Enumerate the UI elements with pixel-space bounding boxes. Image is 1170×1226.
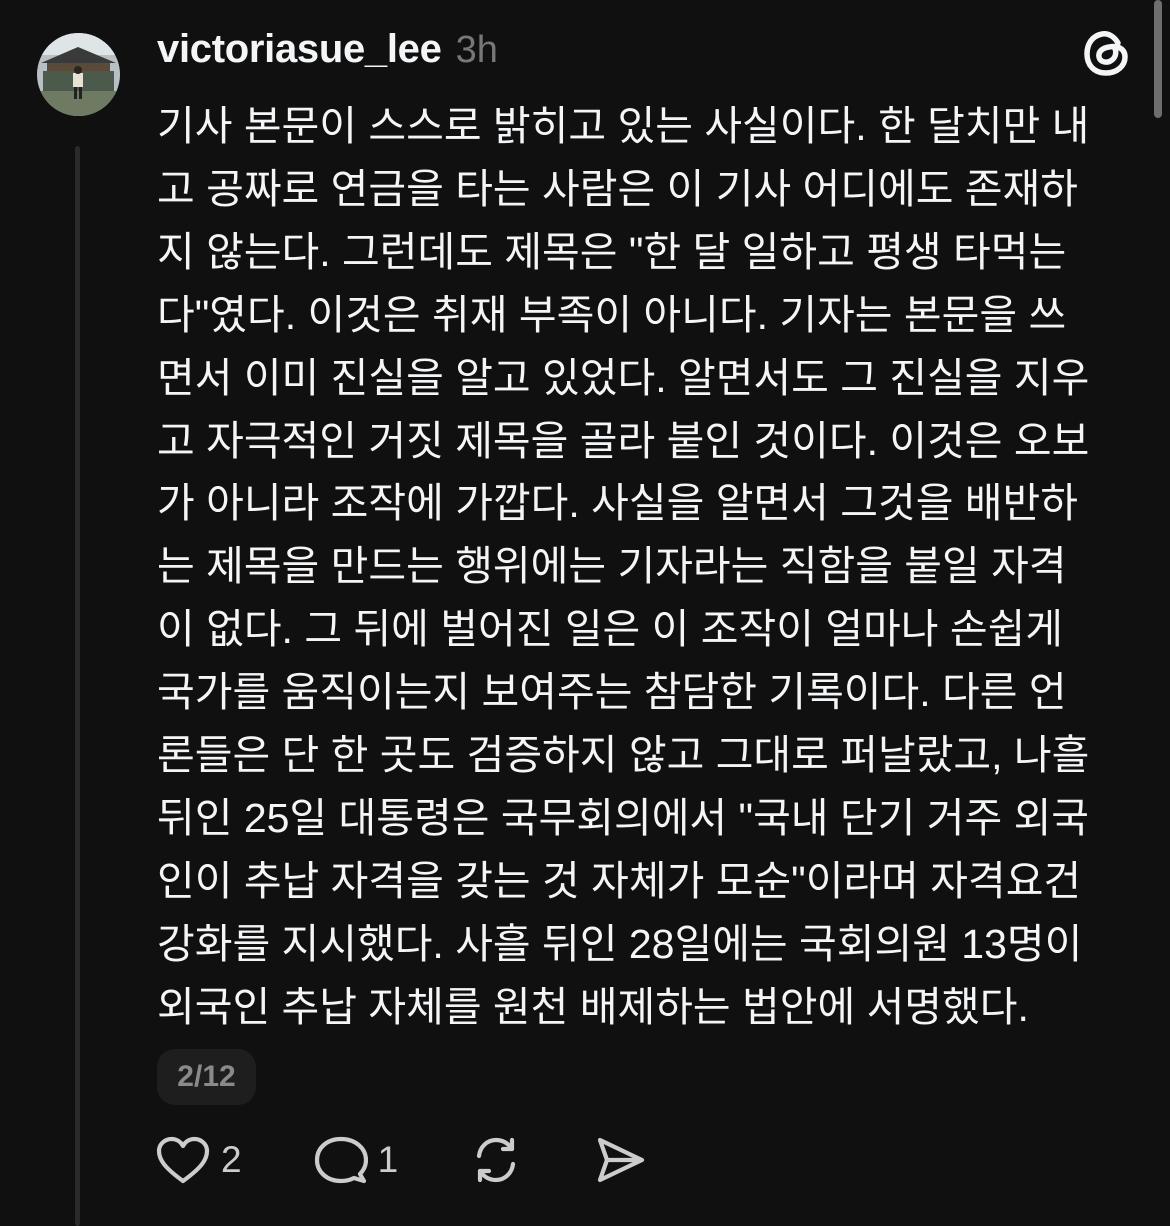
post-timestamp[interactable]: 3h — [456, 29, 498, 72]
page-indicator-badge: 2/12 — [157, 1049, 256, 1105]
post-text-line: 강화를 지시했다. 사흘 뒤인 28일에는 국회의원 13명이 — [157, 920, 1083, 967]
post-text-line: 뒤인 25일 대통령은 국무회의에서 "국내 단기 거주 외국 — [157, 794, 1090, 841]
post-text-line: 는 제목을 만드는 행위에는 기자라는 직함을 붙일 자격 — [157, 543, 1067, 590]
post-text-line: 론들은 단 한 곳도 검증하지 않고 그대로 퍼날랐고, 나흘 — [157, 732, 1090, 779]
like-count: 2 — [221, 1139, 242, 1180]
post-text-line: 지 않는다. 그런데도 제목은 "한 달 일하고 평생 타먹는 — [157, 228, 1067, 275]
like-button[interactable]: 2 — [155, 1134, 242, 1186]
share-button[interactable] — [594, 1134, 646, 1186]
send-icon — [594, 1134, 646, 1186]
post-text-line: 다"였다. 이것은 취재 부족이 아니다. 기자는 본문을 쓰 — [157, 291, 1067, 338]
repost-button[interactable] — [468, 1134, 524, 1186]
thread-connector-line — [75, 146, 80, 1226]
reply-count: 1 — [377, 1139, 399, 1180]
post-text-line: 기사 본문이 스스로 밝히고 있는 사실이다. 한 달치만 내 — [157, 103, 1090, 149]
heart-icon — [155, 1134, 211, 1186]
comment-bubble-icon — [314, 1134, 368, 1186]
post-text-line: 가 아니라 조작에 가깝다. 사실을 알면서 그것을 배반하 — [157, 480, 1078, 527]
threads-logo-icon[interactable] — [1080, 27, 1132, 79]
author-avatar[interactable] — [37, 33, 120, 116]
post-header: victoriasue_lee 3h — [157, 27, 498, 79]
post-text-line: 국가를 움직이는지 보여주는 참담한 기록이다. 다른 언 — [157, 669, 1067, 716]
repost-icon — [468, 1134, 524, 1186]
post-actions: 2 1 — [155, 1132, 646, 1188]
post-text-line: 이 없다. 그 뒤에 벌어진 일은 이 조작이 얼마나 손쉽게 — [157, 606, 1064, 653]
author-username[interactable]: victoriasue_lee — [157, 27, 442, 72]
scrollbar[interactable] — [1154, 0, 1162, 118]
post-text-line: 면서 이미 진실을 알고 있었다. 알면서도 그 진실을 지우 — [157, 354, 1090, 401]
reply-button[interactable]: 1 — [314, 1134, 399, 1186]
post-text-line: 외국인 추납 자체를 원천 배제하는 법안에 서명했다. — [157, 983, 1029, 1030]
post-text-line: 인이 추납 자격을 갖는 것 자체가 모순"이라며 자격요건 — [157, 857, 1082, 904]
post-text-line: 고 공짜로 연금을 타는 사람은 이 기사 어디에도 존재하 — [157, 165, 1078, 212]
post-text: 기사 본문이 스스로 밝히고 있는 사실이다. 한 달치만 내 고 공짜로 연금… — [157, 95, 1147, 1039]
post-text-line: 고 자극적인 거짓 제목을 골라 붙인 것이다. 이것은 오보 — [157, 417, 1090, 464]
